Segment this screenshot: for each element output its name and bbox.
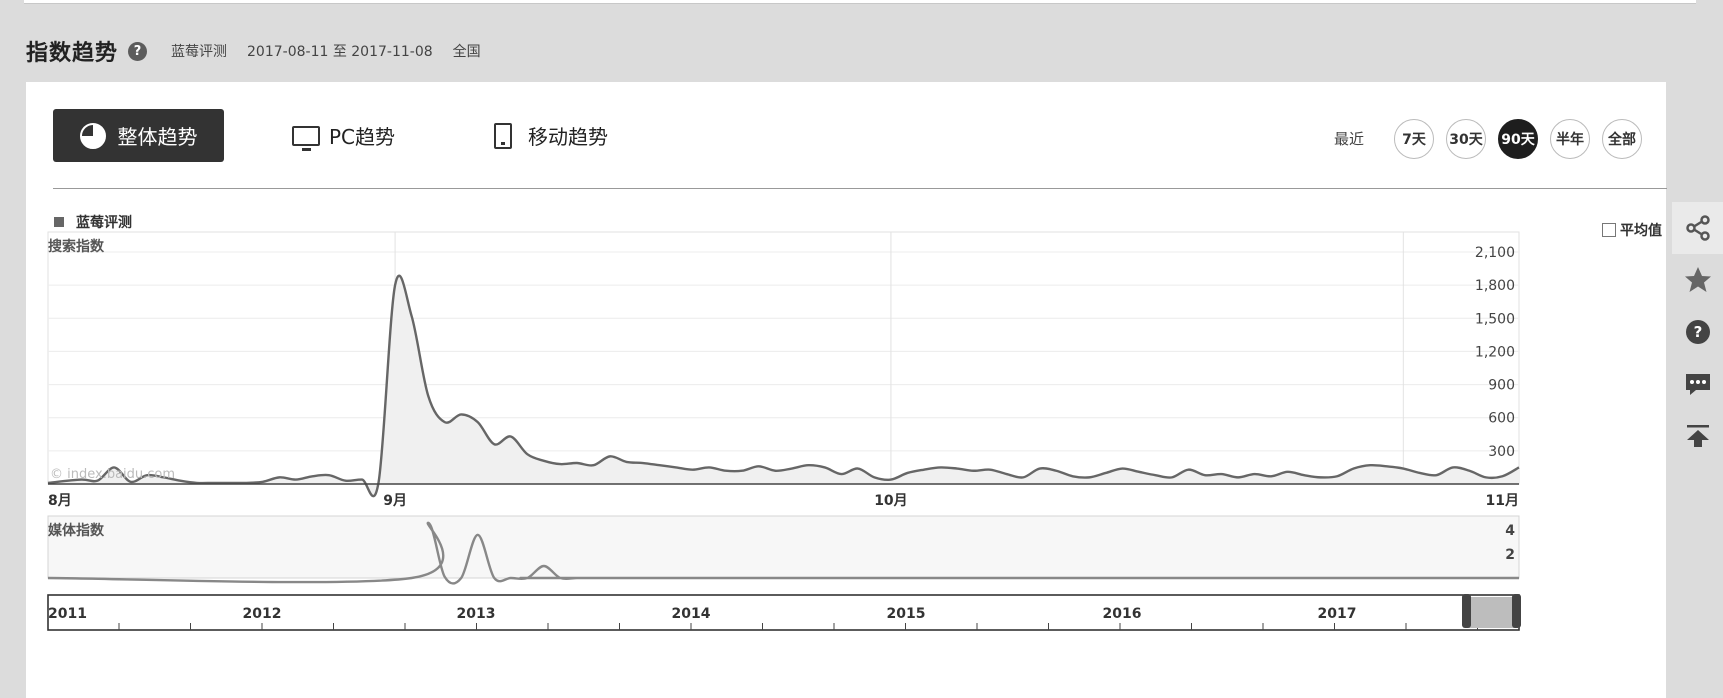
navigator-handle-left <box>1462 594 1471 628</box>
year-tick-label: 2011 <box>48 606 87 622</box>
y-tick-label: 900 <box>1488 378 1515 394</box>
keyword-label: 蓝莓评测 <box>171 44 228 60</box>
media-y-axis-title: 媒体指数 <box>47 522 105 539</box>
star-icon <box>1684 267 1711 292</box>
top-bar <box>24 0 1696 4</box>
y-tick-label: 2,100 <box>1475 245 1515 261</box>
svg-text:?: ? <box>1693 323 1702 341</box>
favorite-tool[interactable] <box>1672 254 1723 306</box>
y-tick-label: 1,200 <box>1475 344 1515 360</box>
y-tick-label: 1,500 <box>1475 311 1515 327</box>
page-title: 指数趋势 <box>26 41 119 66</box>
media-chart-frame <box>47 515 1520 579</box>
x-tick-label: 10月 <box>874 493 907 509</box>
comment-tool[interactable] <box>1672 358 1723 410</box>
plot-frame <box>47 231 1520 485</box>
region-label: 全国 <box>452 44 481 60</box>
year-tick-label: 2016 <box>1103 606 1142 622</box>
comment-icon <box>1685 374 1710 395</box>
media-y-tick-label: 4 <box>1505 523 1515 539</box>
navigator-selection <box>1467 597 1519 628</box>
x-tick-label: 11月 <box>1486 493 1519 509</box>
year-tick-label: 2017 <box>1318 606 1357 622</box>
y-tick-label: 300 <box>1488 444 1515 460</box>
share-tool[interactable] <box>1672 202 1723 254</box>
back-to-top-tool[interactable] <box>1672 410 1723 462</box>
share-icon <box>1685 215 1710 241</box>
help-tool[interactable]: ? <box>1672 306 1723 358</box>
side-toolbar: ? <box>1672 202 1723 462</box>
page-header: 指数趋势 ? 蓝莓评测 2017-08-11 至 2017-11-08 全国 <box>26 36 481 66</box>
back-to-top-icon <box>1686 425 1709 447</box>
y-tick-label: 1,800 <box>1475 278 1515 294</box>
trend-chart[interactable]: 300 600 900 1,200 1,500 1,800 2,100 搜索指数 © index… <box>26 82 1666 698</box>
x-tick-label: 9月 <box>383 493 407 509</box>
year-tick-label: 2012 <box>243 606 282 622</box>
date-range-label: 2017-08-11 至 2017-11-08 <box>247 44 433 60</box>
year-tick-label: 2013 <box>457 606 496 622</box>
media-y-tick-label: 2 <box>1505 547 1515 563</box>
help-icon[interactable]: ? <box>128 41 148 61</box>
navigator-handle-right <box>1512 594 1521 628</box>
x-tick-label: 8月 <box>48 493 72 509</box>
help-icon: ? <box>1685 320 1710 344</box>
y-axis-title: 搜索指数 <box>48 238 105 255</box>
search-index-area <box>48 275 1519 497</box>
watermark: © index.baidu.com <box>50 467 175 482</box>
year-tick-label: 2015 <box>887 606 926 622</box>
trend-panel: 整体趋势 PC趋势 移动趋势 最近 7天 30天 90天 半年 全部 蓝莓评测 … <box>26 82 1667 698</box>
search-index-line <box>47 274 1520 498</box>
year-tick-label: 2014 <box>672 606 711 622</box>
y-tick-label: 600 <box>1488 411 1515 427</box>
